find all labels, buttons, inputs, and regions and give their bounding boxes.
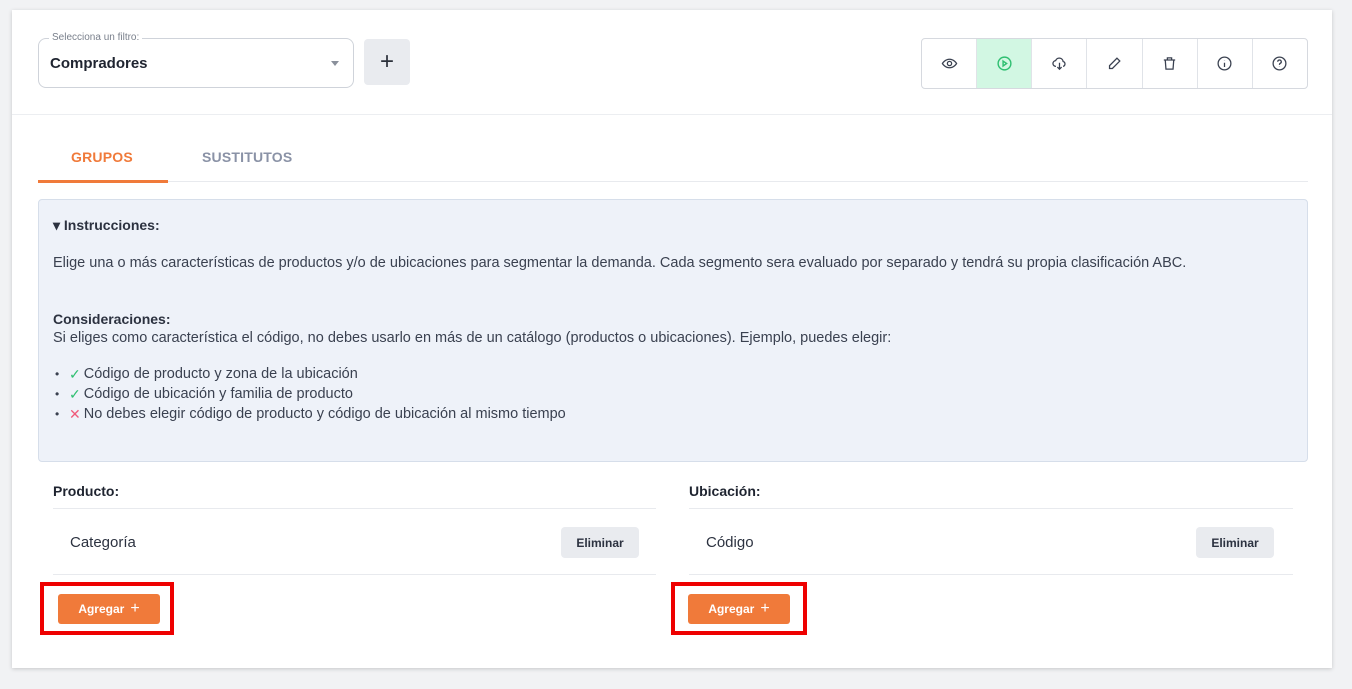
info-button[interactable] — [1198, 39, 1253, 88]
trash-icon — [1163, 57, 1176, 70]
bullet: • — [55, 367, 60, 381]
delete-button[interactable] — [1143, 39, 1198, 88]
list-item-text: Código de producto y zona de la ubicació… — [83, 366, 358, 382]
bullet: • — [55, 407, 60, 421]
instructions-description: Elige una o más características de produ… — [53, 255, 1187, 271]
instructions-panel: ▾ Instrucciones: Elige una o más caracte… — [38, 199, 1308, 462]
pencil-icon — [1108, 57, 1121, 70]
bullet: • — [55, 387, 60, 401]
considerations-list: • ✓ Código de producto y zona de la ubic… — [53, 364, 566, 424]
product-delete-button[interactable]: Eliminar — [561, 527, 639, 558]
location-header-divider — [689, 508, 1293, 509]
eye-icon — [941, 58, 957, 69]
highlight-box — [671, 582, 807, 635]
considerations-text: Si eliges como característica el código,… — [53, 330, 892, 346]
filter-value[interactable]: Compradores — [50, 55, 148, 72]
location-row-label: Código — [706, 534, 754, 551]
info-icon — [1217, 56, 1232, 71]
help-icon — [1272, 56, 1287, 71]
active-tab-indicator — [38, 180, 168, 183]
location-row-divider — [689, 574, 1293, 575]
main-card: Selecciona un filtro: Compradores + GRUP… — [12, 10, 1332, 668]
check-icon: ✓ — [69, 386, 81, 402]
tab-sustitutos[interactable]: SUSTITUTOS — [202, 149, 292, 165]
location-title: Ubicación: — [689, 483, 761, 499]
run-button[interactable] — [977, 39, 1033, 88]
considerations-title: Consideraciones: — [53, 311, 171, 327]
header-divider — [12, 114, 1332, 115]
list-item: • ✕ No debes elegir código de producto y… — [53, 404, 566, 424]
location-delete-button[interactable]: Eliminar — [1196, 527, 1274, 558]
cloud-download-icon — [1052, 57, 1066, 71]
highlight-box — [40, 582, 174, 635]
list-item: • ✓ Código de ubicación y familia de pro… — [53, 384, 566, 404]
check-icon: ✓ — [69, 366, 81, 382]
list-item-text: Código de ubicación y familia de product… — [83, 386, 353, 402]
chevron-down-icon[interactable] — [331, 61, 339, 66]
cross-icon: ✕ — [69, 406, 81, 422]
action-toolbar — [921, 38, 1308, 89]
list-item-text: No debes elegir código de producto y cód… — [83, 406, 566, 422]
filter-select[interactable]: Selecciona un filtro: Compradores — [38, 32, 354, 88]
product-row-divider — [53, 574, 656, 575]
list-item: • ✓ Código de producto y zona de la ubic… — [53, 364, 566, 384]
product-row-label: Categoría — [70, 534, 136, 551]
instructions-toggle[interactable]: ▾ Instrucciones: — [53, 217, 160, 234]
add-filter-button[interactable]: + — [364, 39, 410, 85]
play-icon — [997, 56, 1012, 71]
tab-grupos[interactable]: GRUPOS — [71, 149, 133, 165]
view-button[interactable] — [922, 39, 978, 88]
edit-button[interactable] — [1087, 39, 1143, 88]
product-title: Producto: — [53, 483, 120, 499]
product-header-divider — [53, 508, 656, 509]
filter-label: Selecciona un filtro: — [49, 32, 143, 43]
tabs-divider — [38, 181, 1308, 182]
help-button[interactable] — [1253, 39, 1307, 88]
download-button[interactable] — [1032, 39, 1088, 88]
